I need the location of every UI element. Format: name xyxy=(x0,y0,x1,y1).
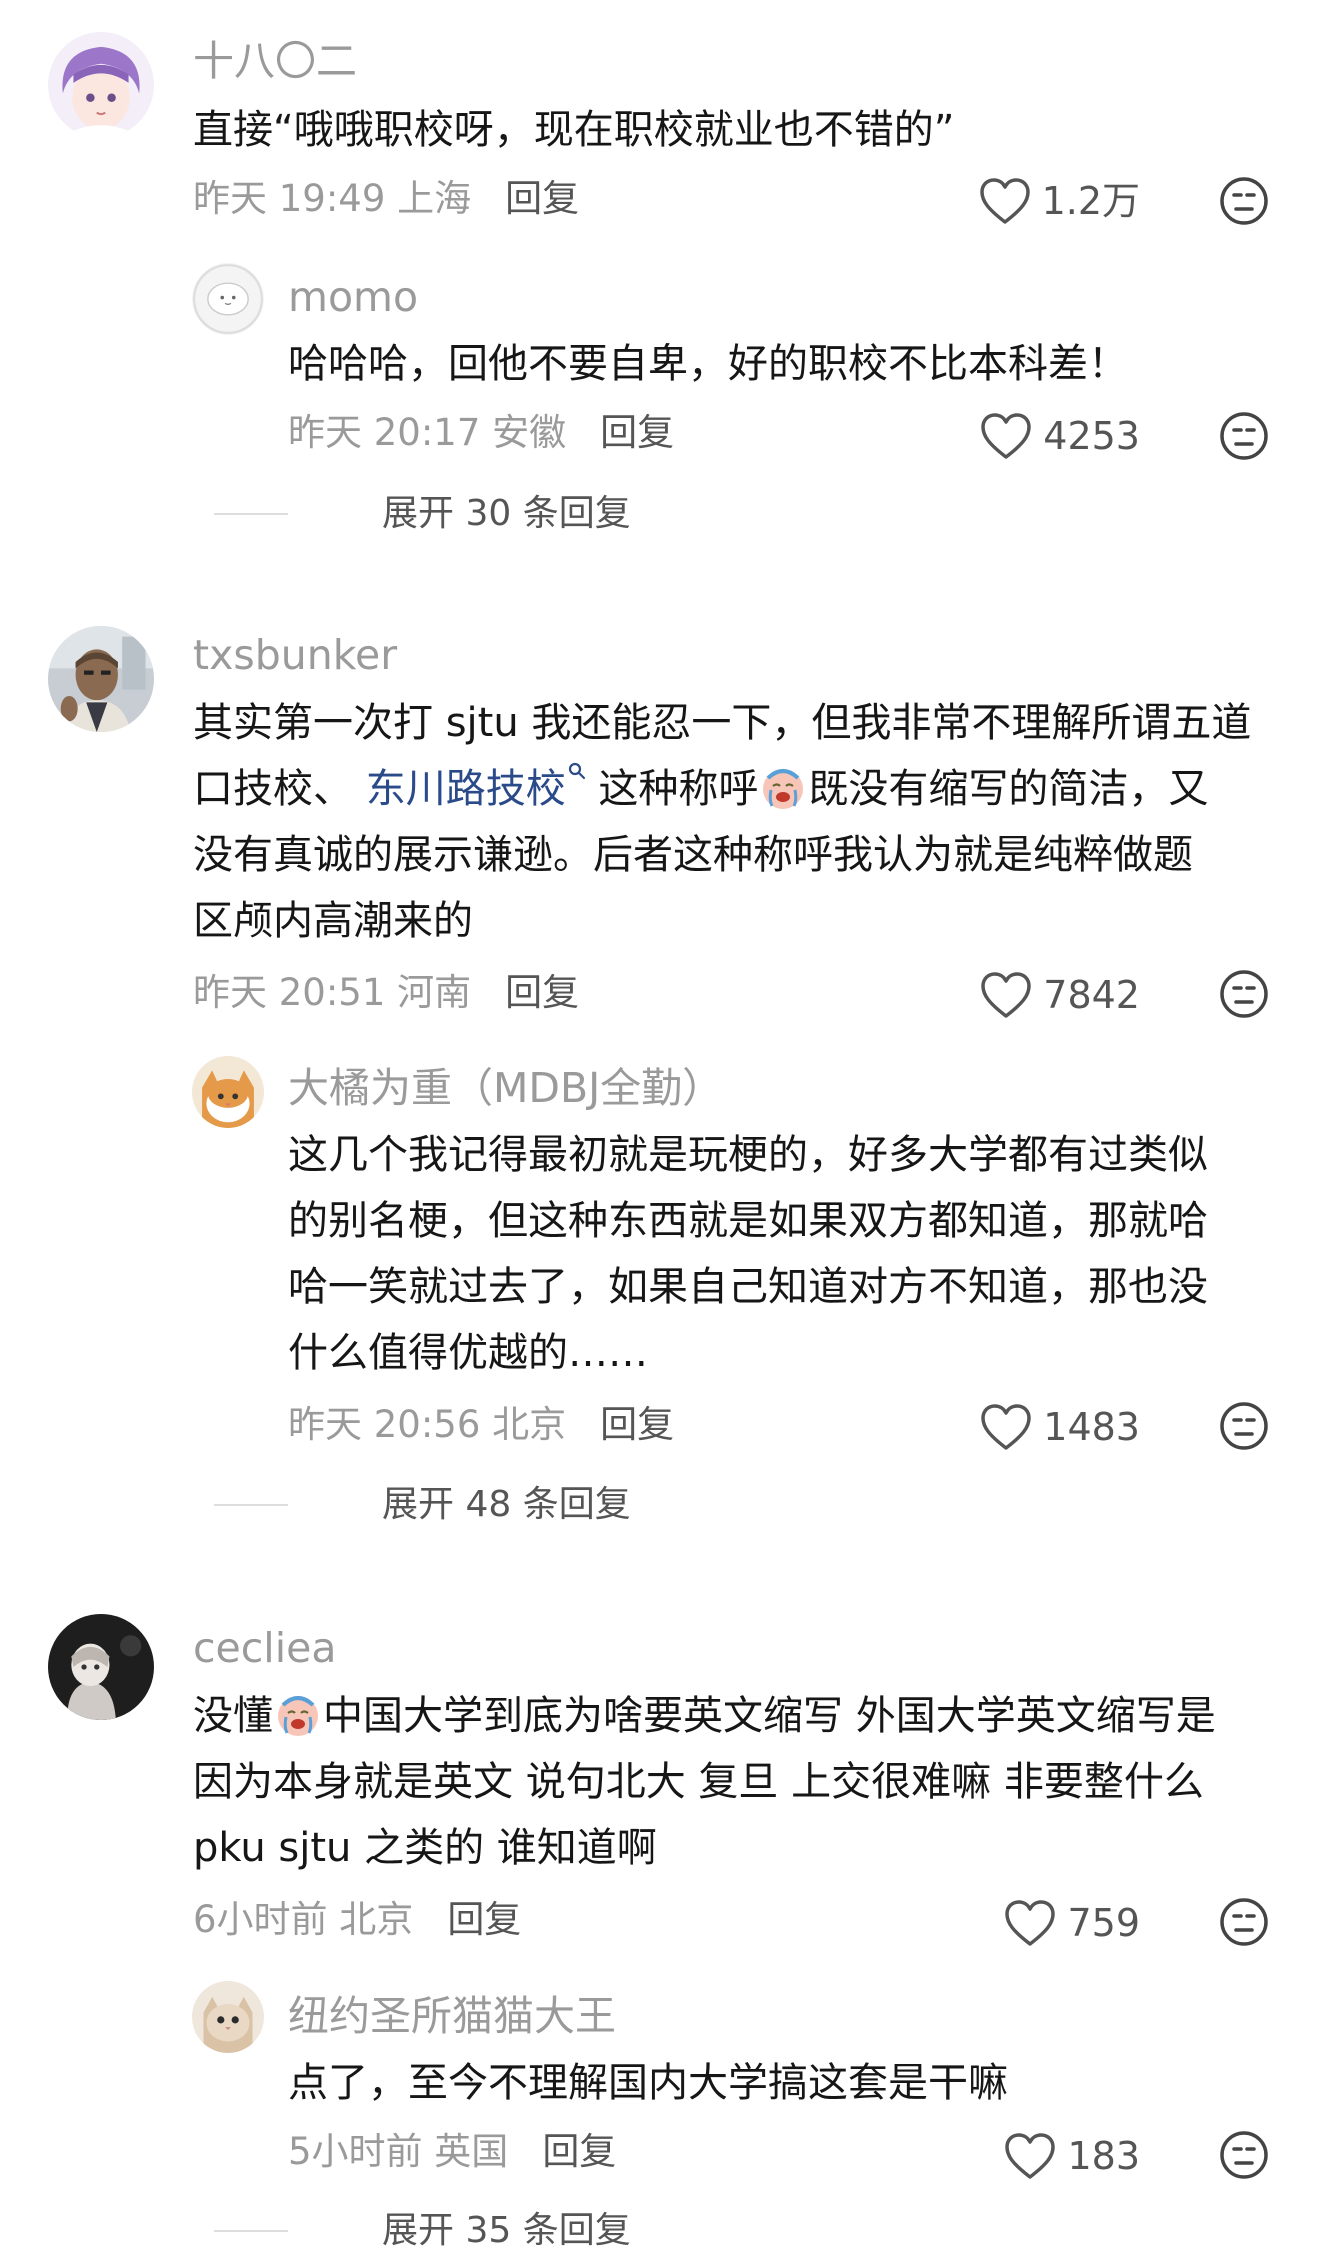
comment-text-line: 没懂 中国大学到底为啥要英文缩写 外国大学英文缩写是 xyxy=(193,1683,1216,1749)
comment-text-line: 其实第一次打 sjtu 我还能忍一下，但我非常不理解所谓五道 xyxy=(193,700,1252,746)
like-count: 183 xyxy=(1067,2134,1140,2178)
comment-meta: 昨天 20:56 北京 回复 xyxy=(288,1406,674,1443)
comment-text-line: 这几个我记得最初就是玩梗的，好多大学都有过类似 xyxy=(288,1132,1208,1178)
comment-text-segment: 口技校、 xyxy=(193,766,366,812)
comment-time-location: 昨天 20:56 北京 xyxy=(288,1403,567,1446)
reply-button[interactable]: 回复 xyxy=(505,971,579,1014)
like-button[interactable]: 4253 xyxy=(979,411,1140,461)
comment-meta: 昨天 19:49 上海 回复 xyxy=(193,180,579,217)
like-count: 4253 xyxy=(1043,414,1140,458)
comment-username[interactable]: 纽约圣所猫猫大王 xyxy=(288,1996,616,2037)
divider xyxy=(214,1504,288,1506)
reply-button[interactable]: 回复 xyxy=(447,1898,521,1941)
heart-outline-icon xyxy=(979,178,1030,224)
comment-text: 直接“哦哦职校呀，现在职校就业也不错的” xyxy=(193,97,954,163)
like-button[interactable]: 1483 xyxy=(979,1402,1140,1452)
comment-text: 没懂 中国大学到底为啥要英文缩写 外国大学英文缩写是 因为本身就是英文 说句北大 … xyxy=(193,1683,1216,1881)
comment-username[interactable]: momo xyxy=(288,277,418,318)
comment-text-line: 直接“哦哦职校呀，现在职校就业也不错的” xyxy=(193,107,955,153)
comment-text: 哈哈哈，回他不要自卑，好的职校不比本科差！ xyxy=(288,331,1128,397)
comment-text-line: 因为本身就是英文 说句北大 复旦 上交很难嘛 非要整什么 xyxy=(193,1759,1204,1805)
comment-meta: 5小时前 英国 回复 xyxy=(288,2133,616,2170)
like-button[interactable]: 183 xyxy=(1003,2131,1140,2181)
divider xyxy=(214,2230,288,2232)
comment-username[interactable]: txsbunker xyxy=(193,635,397,676)
comment-username[interactable]: 大橘为重（MDBJ全勤） xyxy=(288,1068,723,1109)
comment-time-location: 昨天 20:17 安徽 xyxy=(288,411,567,454)
neutral-face-icon[interactable] xyxy=(1218,2129,1270,2181)
divider xyxy=(214,513,288,515)
comment-username[interactable]: cecliea xyxy=(193,1628,336,1669)
comment-list: 十八〇二 直接“哦哦职校呀，现在职校就业也不错的” 昨天 19:49 上海 回复 … xyxy=(0,0,1320,2251)
comment-text-segment: 既没有缩写的简洁，又 xyxy=(808,766,1209,812)
like-button[interactable]: 1.2万 xyxy=(978,176,1140,226)
like-count: 759 xyxy=(1067,1901,1140,1945)
expand-replies-label: 展开 48 条回复 xyxy=(382,1484,631,1525)
expand-replies-button[interactable]: 展开 35 条回复 xyxy=(214,2213,631,2249)
comment-meta: 6小时前 北京 回复 xyxy=(193,1901,521,1938)
crying-face-emoji xyxy=(763,769,804,809)
comment-time-location: 昨天 19:49 上海 xyxy=(193,177,472,220)
reply-button[interactable]: 回复 xyxy=(542,2130,616,2173)
search-icon xyxy=(568,762,585,780)
comment-text: 其实第一次打 sjtu 我还能忍一下，但我非常不理解所谓五道 口技校、 东川路技… xyxy=(193,690,1251,954)
like-button[interactable]: 759 xyxy=(1003,1898,1140,1948)
avatar[interactable] xyxy=(48,1614,154,1720)
comment-meta: 昨天 20:51 河南 回复 xyxy=(193,974,579,1011)
comment-text-line: 哈哈哈，回他不要自卑，好的职校不比本科差！ xyxy=(288,341,1128,387)
expand-replies-button[interactable]: 展开 30 条回复 xyxy=(214,496,631,532)
like-button[interactable]: 7842 xyxy=(979,970,1140,1020)
expand-replies-label: 展开 30 条回复 xyxy=(382,493,631,534)
reply-button[interactable]: 回复 xyxy=(505,177,579,220)
like-count: 1483 xyxy=(1043,1405,1140,1449)
neutral-face-icon[interactable] xyxy=(1218,1400,1270,1452)
comment-text-line: 区颅内高潮来的 xyxy=(193,898,473,944)
search-link[interactable]: 东川路技校 xyxy=(366,766,566,812)
heart-outline-icon xyxy=(1005,1900,1056,1946)
comment-text-line: 的别名梗，但这种东西就是如果双方都知道，那就哈 xyxy=(288,1198,1208,1244)
neutral-face-icon[interactable] xyxy=(1218,410,1270,462)
comment-text-segment: 这种称呼 xyxy=(585,766,759,812)
comment-text: 这几个我记得最初就是玩梗的，好多大学都有过类似 的别名梗，但这种东西就是如果双方… xyxy=(288,1122,1208,1386)
comment-time-location: 5小时前 英国 xyxy=(288,2130,509,2173)
avatar[interactable] xyxy=(192,263,264,335)
comment-text-line: 什么值得优越的…… xyxy=(288,1330,648,1376)
neutral-face-icon[interactable] xyxy=(1218,968,1270,1020)
comment-username[interactable]: 十八〇二 xyxy=(193,41,357,82)
comment-text-line: 哈一笑就过去了，如果自己知道对方不知道，那也没 xyxy=(288,1264,1208,1310)
heart-outline-icon xyxy=(981,972,1032,1018)
reply-button[interactable]: 回复 xyxy=(600,411,674,454)
comment-text: 点了，至今不理解国内大学搞这套是干嘛 xyxy=(288,2050,1008,2116)
comment-text-line: pku sjtu 之类的 谁知道啊 xyxy=(193,1825,657,1871)
avatar[interactable] xyxy=(192,1981,264,2053)
comment-time-location: 6小时前 北京 xyxy=(193,1898,414,1941)
comment-text-segment: 没懂 xyxy=(193,1693,273,1739)
crying-face-emoji xyxy=(278,1696,318,1736)
like-count: 7842 xyxy=(1043,973,1140,1017)
neutral-face-icon[interactable] xyxy=(1218,175,1270,227)
heart-outline-icon xyxy=(981,413,1032,459)
comment-text-line: 没有真诚的展示谦逊。后者这种称呼我认为就是纯粹做题 xyxy=(193,832,1193,878)
comment-text-segment: 中国大学到底为啥要英文缩写 外国大学英文缩写是 xyxy=(323,1693,1216,1739)
heart-outline-icon xyxy=(981,1404,1032,1450)
avatar[interactable] xyxy=(48,32,154,138)
comment-time-location: 昨天 20:51 河南 xyxy=(193,971,472,1014)
expand-replies-label: 展开 35 条回复 xyxy=(382,2210,631,2251)
comment-text-line: 点了，至今不理解国内大学搞这套是干嘛 xyxy=(288,2060,1008,2106)
avatar[interactable] xyxy=(192,1056,264,1128)
reply-button[interactable]: 回复 xyxy=(600,1403,674,1446)
avatar[interactable] xyxy=(48,626,154,732)
expand-replies-button[interactable]: 展开 48 条回复 xyxy=(214,1487,631,1523)
neutral-face-icon[interactable] xyxy=(1218,1896,1270,1948)
comment-text-line: 口技校、 东川路技校 这种称呼 既没有缩写的简洁，又 xyxy=(193,756,1251,822)
like-count: 1.2万 xyxy=(1041,179,1140,223)
comment-meta: 昨天 20:17 安徽 回复 xyxy=(288,414,674,451)
heart-outline-icon xyxy=(1005,2133,1056,2179)
